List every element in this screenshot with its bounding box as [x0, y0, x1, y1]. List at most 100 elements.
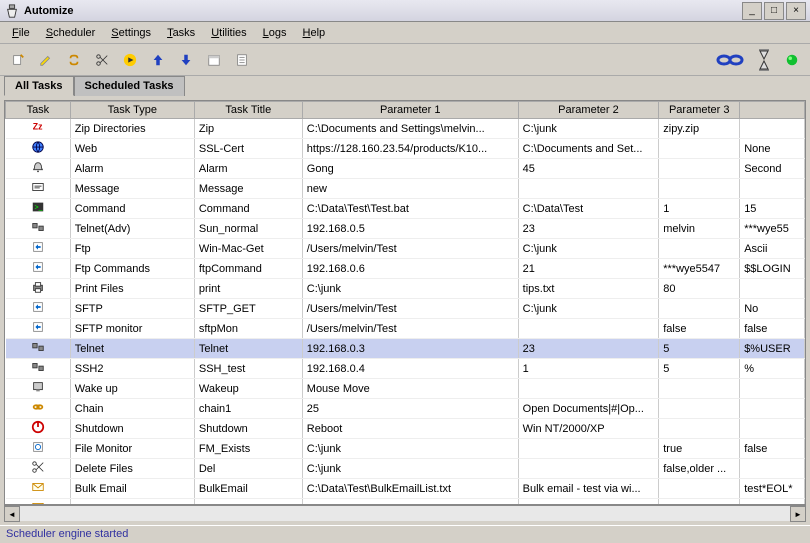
- svg-text:Zz: Zz: [32, 122, 42, 132]
- menu-scheduler[interactable]: Scheduler: [38, 25, 104, 41]
- table-row[interactable]: SFTPSFTP_GET/Users/melvin/TestC:\junkNo: [6, 299, 805, 319]
- row-icon: >_: [6, 199, 71, 219]
- cell-p1: new: [302, 179, 518, 199]
- cell-type: Message: [70, 179, 194, 199]
- cell-type: Telnet(Adv): [70, 219, 194, 239]
- row-icon: [6, 179, 71, 199]
- table-container[interactable]: Task Task Type Task Title Parameter 1 Pa…: [4, 100, 806, 505]
- cell-p2: [518, 319, 659, 339]
- row-icon: Zz: [6, 119, 71, 139]
- toolbar: [0, 44, 810, 76]
- col-task-title[interactable]: Task Title: [194, 102, 302, 119]
- hourglass-icon[interactable]: [752, 48, 776, 72]
- calendar-icon[interactable]: [202, 48, 226, 72]
- table-row[interactable]: File MonitorFM_ExistsC:\junktruefalse: [6, 439, 805, 459]
- cell-p1: C:\junk: [302, 439, 518, 459]
- table-row[interactable]: MessageMessagenew: [6, 179, 805, 199]
- cell-title: Wakeup: [194, 379, 302, 399]
- tab-all-tasks[interactable]: All Tasks: [4, 76, 74, 96]
- cell-p1: Gong: [302, 159, 518, 179]
- cell-p4: $%USER: [740, 339, 805, 359]
- scroll-left-button[interactable]: ◄: [4, 506, 20, 522]
- cell-p2: C:\junk: [518, 239, 659, 259]
- menu-settings[interactable]: Settings: [103, 25, 159, 41]
- cell-p1: https://128.160.23.54/products/K10...: [302, 139, 518, 159]
- cell-p3: 1: [659, 199, 740, 219]
- col-param2[interactable]: Parameter 2: [518, 102, 659, 119]
- cell-p4: [740, 399, 805, 419]
- play-icon[interactable]: [118, 48, 142, 72]
- horizontal-scrollbar[interactable]: ◄ ►: [4, 505, 806, 521]
- maximize-button[interactable]: □: [764, 2, 784, 20]
- table-row[interactable]: >_CommandCommandC:\Data\Test\Test.batC:\…: [6, 199, 805, 219]
- table-row[interactable]: Telnet(Adv)Sun_normal192.168.0.523melvin…: [6, 219, 805, 239]
- cell-p4: %: [740, 359, 805, 379]
- table-row[interactable]: WebSSL-Certhttps://128.160.23.54/product…: [6, 139, 805, 159]
- svg-text:>_: >_: [34, 205, 42, 212]
- down-arrow-icon[interactable]: [174, 48, 198, 72]
- log-icon[interactable]: [230, 48, 254, 72]
- cell-title: Win-Mac-Get: [194, 239, 302, 259]
- tasks-table: Task Task Type Task Title Parameter 1 Pa…: [5, 101, 805, 505]
- table-row[interactable]: FtpWin-Mac-Get/Users/melvin/TestC:\junkA…: [6, 239, 805, 259]
- col-param4[interactable]: [740, 102, 805, 119]
- cell-type: Ftp Commands: [70, 259, 194, 279]
- cell-p4: None: [740, 139, 805, 159]
- menu-tasks[interactable]: Tasks: [159, 25, 203, 41]
- menu-logs[interactable]: Logs: [255, 25, 295, 41]
- cell-p1: /Users/melvin/Test: [302, 299, 518, 319]
- table-row[interactable]: ZzZip DirectoriesZipC:\Documents and Set…: [6, 119, 805, 139]
- scroll-right-button[interactable]: ►: [790, 506, 806, 522]
- table-row[interactable]: TelnetTelnet192.168.0.3235$%USER: [6, 339, 805, 359]
- cell-p3: [659, 239, 740, 259]
- scroll-track[interactable]: [20, 506, 790, 521]
- row-icon: [6, 239, 71, 259]
- table-row[interactable]: SSH2SSH_test192.168.0.415%: [6, 359, 805, 379]
- tabs: All Tasks Scheduled Tasks: [0, 76, 810, 96]
- col-param3[interactable]: Parameter 3: [659, 102, 740, 119]
- table-row[interactable]: Chainchain125Open Documents|#|Op...: [6, 399, 805, 419]
- cell-p3: [659, 179, 740, 199]
- cell-p2: Win NT/2000/XP: [518, 419, 659, 439]
- cell-p3: [659, 159, 740, 179]
- table-header-row: Task Task Type Task Title Parameter 1 Pa…: [6, 102, 805, 119]
- col-task-type[interactable]: Task Type: [70, 102, 194, 119]
- table-row[interactable]: Wake upWakeupMouse Move: [6, 379, 805, 399]
- new-task-icon[interactable]: [6, 48, 30, 72]
- cell-p2: C:\junk: [518, 119, 659, 139]
- cell-p4: false: [740, 439, 805, 459]
- row-icon: [6, 479, 71, 499]
- table-row[interactable]: Delete FilesDelC:\junkfalse,older ...: [6, 459, 805, 479]
- cell-p1: Reboot: [302, 419, 518, 439]
- cell-title: BulkEmail: [194, 479, 302, 499]
- cell-p4: [740, 419, 805, 439]
- menu-file[interactable]: File: [4, 25, 38, 41]
- table-row[interactable]: AlarmAlarmGong45Second: [6, 159, 805, 179]
- cell-title: Telnet: [194, 339, 302, 359]
- link-icon[interactable]: [62, 48, 86, 72]
- table-row[interactable]: ShutdownShutdownRebootWin NT/2000/XP: [6, 419, 805, 439]
- green-light-icon[interactable]: [780, 48, 804, 72]
- row-icon: [6, 399, 71, 419]
- close-button[interactable]: ×: [786, 2, 806, 20]
- cell-title: SFTP_GET: [194, 299, 302, 319]
- table-row[interactable]: SFTP monitorsftpMon/Users/melvin/Testfal…: [6, 319, 805, 339]
- cell-p1: C:\Data\Test\Test.bat: [302, 199, 518, 219]
- up-arrow-icon[interactable]: [146, 48, 170, 72]
- table-row[interactable]: Bulk EmailBulkEmailC:\Data\Test\BulkEmai…: [6, 479, 805, 499]
- col-param1[interactable]: Parameter 1: [302, 102, 518, 119]
- chain-status-icon[interactable]: [712, 48, 748, 72]
- tab-scheduled-tasks[interactable]: Scheduled Tasks: [74, 76, 185, 96]
- scissors-icon[interactable]: [90, 48, 114, 72]
- col-task[interactable]: Task: [6, 102, 71, 119]
- menu-utilities[interactable]: Utilities: [203, 25, 254, 41]
- cell-p1: C:\junk: [302, 459, 518, 479]
- cell-p3: 5: [659, 339, 740, 359]
- edit-icon[interactable]: [34, 48, 58, 72]
- table-row[interactable]: Ftp CommandsftpCommand192.168.0.621***wy…: [6, 259, 805, 279]
- menu-help[interactable]: Help: [295, 25, 334, 41]
- table-row[interactable]: Print FilesprintC:\junktips.txt80: [6, 279, 805, 299]
- minimize-button[interactable]: _: [742, 2, 762, 20]
- cell-p2: 1: [518, 359, 659, 379]
- cell-type: Ftp: [70, 239, 194, 259]
